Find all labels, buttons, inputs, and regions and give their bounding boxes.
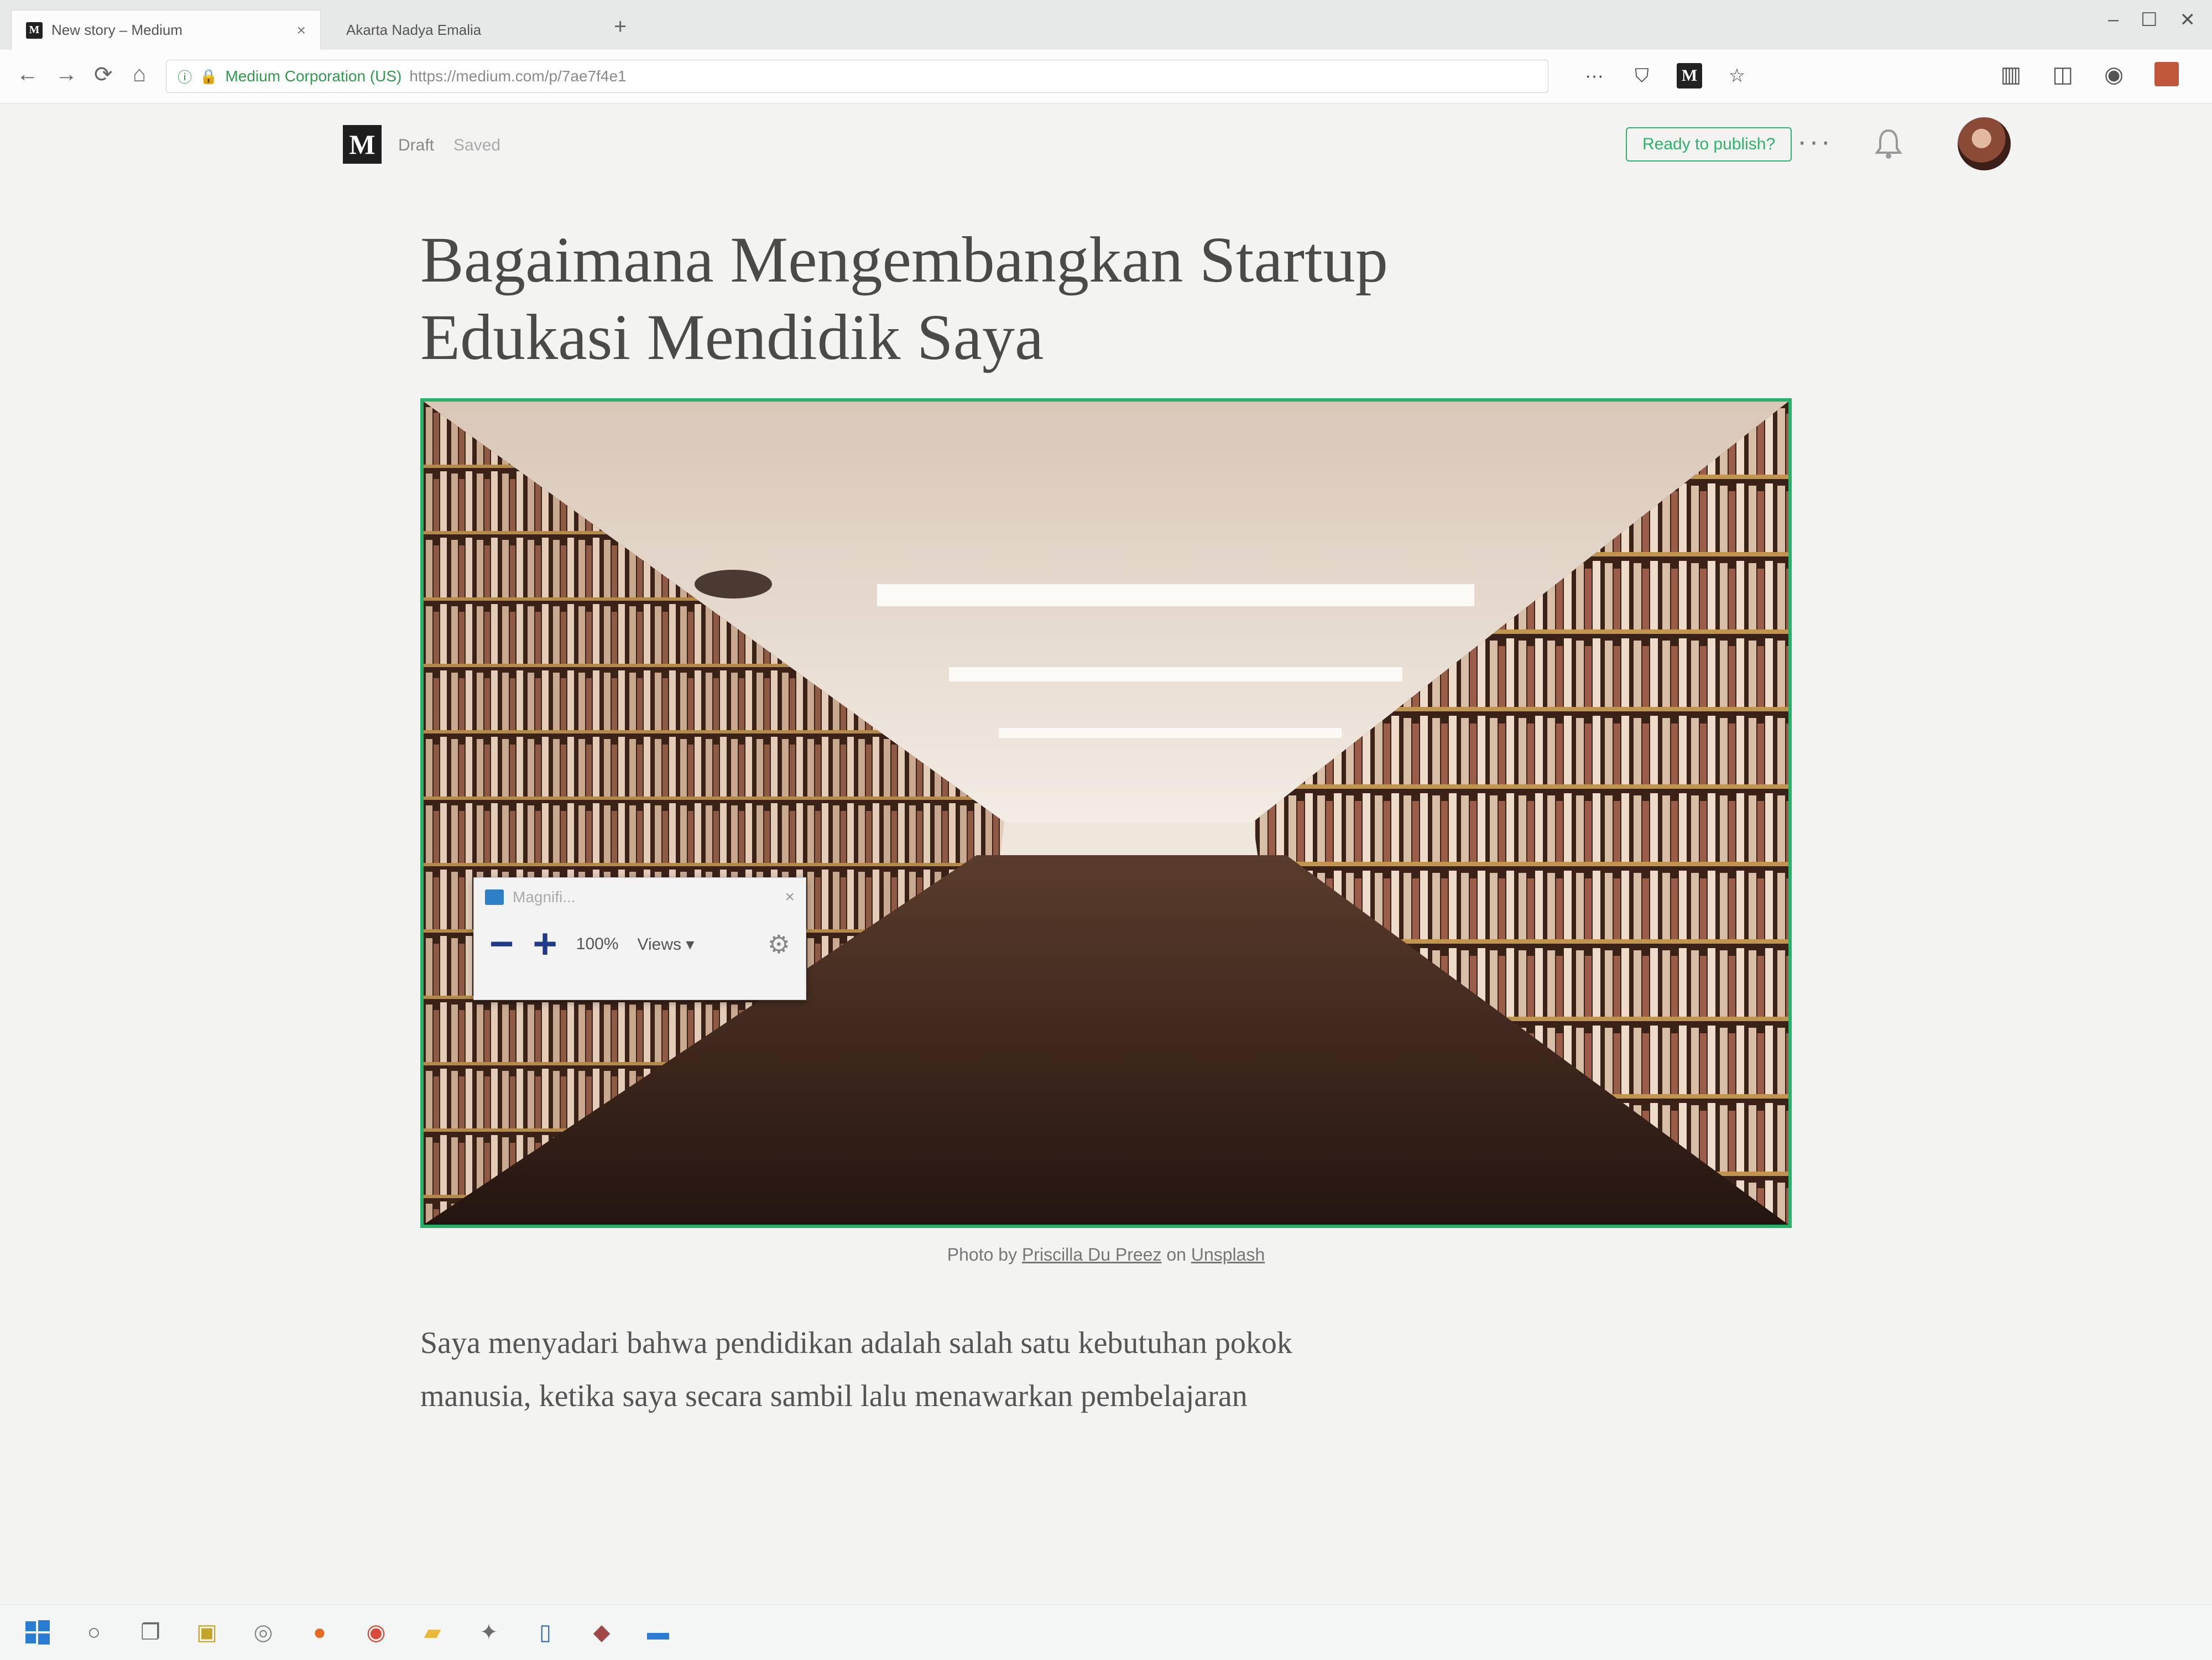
laptop-icon[interactable]: ▬ <box>643 1617 674 1648</box>
tab-bar: M New story – Medium × Akarta Nadya Emal… <box>0 0 2212 50</box>
zoom-in-button[interactable]: + <box>533 923 557 965</box>
task-view-icon[interactable]: ❐ <box>135 1617 166 1648</box>
secure-label: Medium Corporation (US) <box>225 67 402 85</box>
phone-icon[interactable]: ▯ <box>530 1617 561 1648</box>
body-line-1: Saya menyadari bahwa pendidikan adalah s… <box>420 1326 1292 1360</box>
search-icon[interactable]: ○ <box>79 1617 109 1648</box>
forward-arrow-icon[interactable]: → <box>55 62 77 87</box>
window-controls: – ☐ ✕ <box>2108 9 2195 31</box>
chrome-icon[interactable]: ◉ <box>361 1617 392 1648</box>
medium-icon[interactable]: M <box>1677 63 1702 89</box>
tab-new-story[interactable]: M New story – Medium × <box>11 10 321 50</box>
views-dropdown[interactable]: Views ▾ <box>638 935 695 954</box>
windows-icon[interactable] <box>22 1617 53 1648</box>
article-title[interactable]: Bagaimana Mengembangkan Startup Edukasi … <box>420 221 1747 376</box>
medium-logo-icon[interactable]: M <box>343 125 382 164</box>
app-icon[interactable]: ◎ <box>248 1617 279 1648</box>
maximize-icon[interactable]: ☐ <box>2141 9 2157 31</box>
nav-bar: ← → ⟳ ⌂ ⓘ 🔒 Medium Corporation (US) http… <box>0 50 2212 103</box>
caption-author-link[interactable]: Priscilla Du Preez <box>1022 1245 1162 1264</box>
back-arrow-icon[interactable]: ← <box>17 62 39 87</box>
firefox-icon[interactable]: ● <box>304 1617 335 1648</box>
magnifier-titlebar[interactable]: Magnifi... × <box>474 878 806 917</box>
address-bar[interactable]: ⓘ 🔒 Medium Corporation (US) https://medi… <box>166 60 1548 93</box>
magnifier-controls: − + 100% Views ▾ ⚙ <box>474 917 806 972</box>
star-icon[interactable]: ☆ <box>1724 63 1750 89</box>
image-caption[interactable]: Photo by Priscilla Du Preez on Unsplash <box>420 1245 1792 1265</box>
home-icon[interactable]: ⌂ <box>133 62 146 87</box>
library-icon[interactable]: ▥ <box>2001 62 2022 87</box>
caption-site-link[interactable]: Unsplash <box>1191 1245 1265 1264</box>
title-line-1: Bagaimana Mengembangkan Startup <box>420 223 1388 296</box>
tab-title: Akarta Nadya Emalia <box>346 21 482 38</box>
tool-icon[interactable]: ✦ <box>473 1617 504 1648</box>
more-icon[interactable]: ··· <box>1582 63 1607 89</box>
store-icon[interactable]: ▣ <box>191 1617 222 1648</box>
url-text[interactable]: https://medium.com/p/7ae7f4e1 <box>409 67 626 85</box>
zoom-out-button[interactable]: − <box>489 923 514 965</box>
lock-icon: 🔒 <box>200 67 218 85</box>
more-options-button[interactable]: ··· <box>1797 125 1833 158</box>
browser-right-icons: ▥ ◫ ◉ <box>2001 62 2179 87</box>
reload-icon[interactable]: ⟳ <box>94 62 113 87</box>
publish-button[interactable]: Ready to publish? <box>1626 127 1792 162</box>
tab-close-icon[interactable]: × <box>297 22 306 39</box>
taskbar: ○ ❐ ▣ ◎ ● ◉ ▰ ✦ ▯ ◆ ▬ <box>0 1604 2212 1660</box>
minimize-icon[interactable]: – <box>2108 9 2119 31</box>
info-icon[interactable]: ⓘ <box>178 66 192 87</box>
extension-icon[interactable] <box>2154 62 2179 86</box>
body-line-2: manusia, ketika saya secara sambil lalu … <box>420 1379 1248 1413</box>
title-line-2: Edukasi Mendidik Saya <box>420 301 1044 373</box>
address-bar-actions: ··· ⛉ M ☆ <box>1582 63 1750 89</box>
article-body[interactable]: Saya menyadari bahwa pendidikan adalah s… <box>420 1316 1792 1423</box>
draft-status: Draft <box>398 136 435 154</box>
caption-prefix: Photo by <box>947 1245 1018 1264</box>
avatar[interactable] <box>1958 117 2011 170</box>
sidebar-icon[interactable]: ◫ <box>2052 62 2073 87</box>
magnifier-app-icon <box>485 889 504 905</box>
article-image[interactable]: Magnifi... × − + 100% Views ▾ ⚙ <box>420 398 1792 1228</box>
saved-status: Saved <box>453 136 501 154</box>
magnifier-window[interactable]: Magnifi... × − + 100% Views ▾ ⚙ <box>473 877 806 1000</box>
medium-favicon-icon: M <box>26 22 43 39</box>
gear-icon[interactable]: ⚙ <box>768 929 790 959</box>
pocket-icon[interactable]: ⛉ <box>1629 63 1655 89</box>
tab-title: New story – Medium <box>51 22 182 38</box>
bell-icon[interactable] <box>1875 127 1902 163</box>
magnifier-title: Magnifi... <box>513 888 576 906</box>
window-close-icon[interactable]: ✕ <box>2180 9 2196 31</box>
caption-mid: on <box>1166 1245 1186 1264</box>
library-photo <box>424 402 1788 1225</box>
editor-header: M Draft Saved Ready to publish? ··· <box>0 103 2212 186</box>
network-icon[interactable]: ◆ <box>586 1617 617 1648</box>
magnifier-close-icon[interactable]: × <box>785 888 795 907</box>
zoom-level: 100% <box>576 935 619 953</box>
tab-akarta[interactable]: Akarta Nadya Emalia <box>332 10 626 50</box>
account-icon[interactable]: ◉ <box>2104 62 2124 87</box>
new-tab-icon[interactable]: + <box>614 14 627 39</box>
explorer-icon[interactable]: ▰ <box>417 1617 448 1648</box>
